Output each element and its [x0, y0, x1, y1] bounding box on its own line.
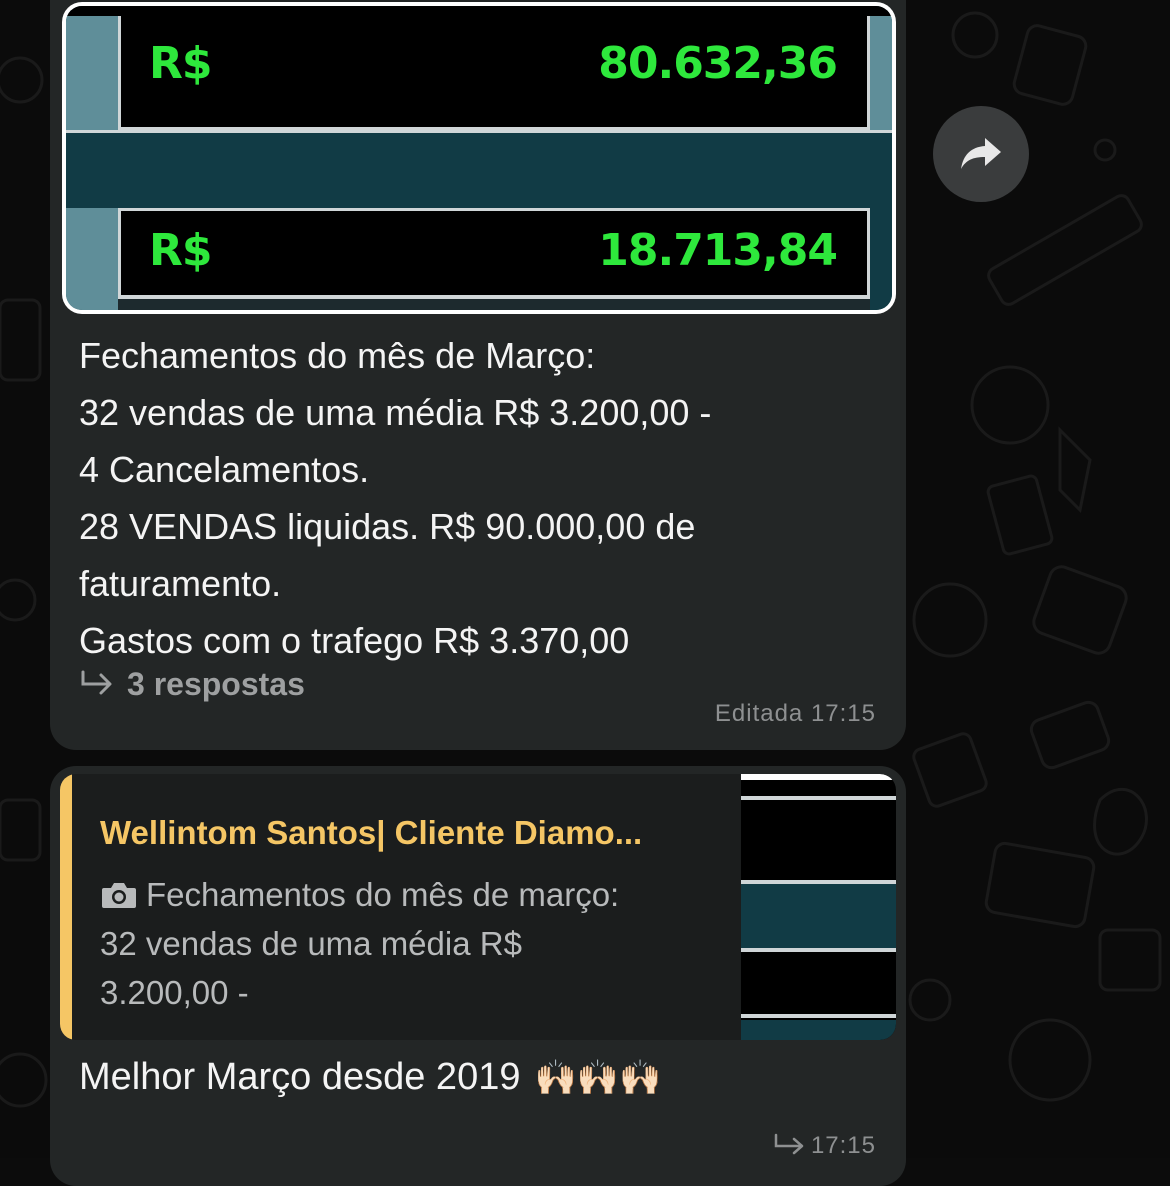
- amount-value-1: 80.632,36: [598, 38, 838, 89]
- quoted-message[interactable]: Wellintom Santos| Cliente Diamo... Fecha…: [60, 774, 896, 1040]
- time-label: 17:15: [810, 1132, 876, 1159]
- message-bubble-1[interactable]: R$ 80.632,36 R$ 18.713,84 Fechamentos do…: [50, 0, 906, 750]
- spreadsheet-screenshot: R$ 80.632,36 R$ 18.713,84: [66, 6, 892, 310]
- quote-thumbnail: [741, 774, 896, 1040]
- message-text: Fechamentos do mês de Março: 32 vendas d…: [79, 327, 879, 669]
- spreadsheet-cell-2: R$ 18.713,84: [118, 208, 870, 298]
- replies-label: 3 respostas: [127, 666, 305, 702]
- replies-link[interactable]: 3 respostas: [79, 666, 305, 703]
- message-line: faturamento.: [79, 563, 282, 604]
- message-image[interactable]: R$ 80.632,36 R$ 18.713,84: [62, 2, 896, 314]
- message-text-2: Melhor Março desde 2019 🙌🏻🙌🏻🙌🏻: [79, 1056, 662, 1099]
- reply-arrow-icon: [81, 670, 112, 694]
- quote-line: 3.200,00 -: [100, 974, 249, 1011]
- message-timestamp: Editada 17:15: [714, 700, 876, 727]
- camera-icon: [102, 882, 136, 908]
- message-line: 28 VENDAS liquidas. R$ 90.000,00 de: [79, 506, 696, 547]
- message-2-text: Melhor Março desde 2019: [79, 1056, 521, 1098]
- currency-label-1: R$: [149, 38, 212, 89]
- message-line: 4 Cancelamentos.: [79, 449, 370, 490]
- quote-author: Wellintom Santos| Cliente Diamo...: [100, 814, 643, 851]
- forward-arrow-icon: [961, 138, 1001, 169]
- raised-hands-emoji: 🙌🏻🙌🏻🙌🏻: [534, 1058, 662, 1097]
- quote-accent-bar: [60, 774, 72, 1040]
- reply-arrow-icon: [774, 1133, 804, 1155]
- spreadsheet-cell-1: R$ 80.632,36: [118, 16, 870, 130]
- forward-button[interactable]: [933, 106, 1029, 202]
- message-line: 32 vendas de uma média R$ 3.200,00 -: [79, 392, 712, 433]
- currency-label-2: R$: [149, 225, 212, 276]
- quote-line: Fechamentos do mês de março:: [146, 876, 620, 913]
- quote-line: 32 vendas de uma média R$: [100, 925, 522, 962]
- amount-value-2: 18.713,84: [598, 225, 838, 276]
- message-bubble-2[interactable]: Wellintom Santos| Cliente Diamo... Fecha…: [50, 766, 906, 1186]
- message-line: Fechamentos do mês de Março:: [79, 335, 596, 376]
- message-2-timestamp: 17:15: [773, 1132, 876, 1160]
- quote-text: Fechamentos do mês de março: 32 vendas d…: [100, 870, 700, 1017]
- message-line: Gastos com o trafego R$ 3.370,00: [79, 620, 630, 661]
